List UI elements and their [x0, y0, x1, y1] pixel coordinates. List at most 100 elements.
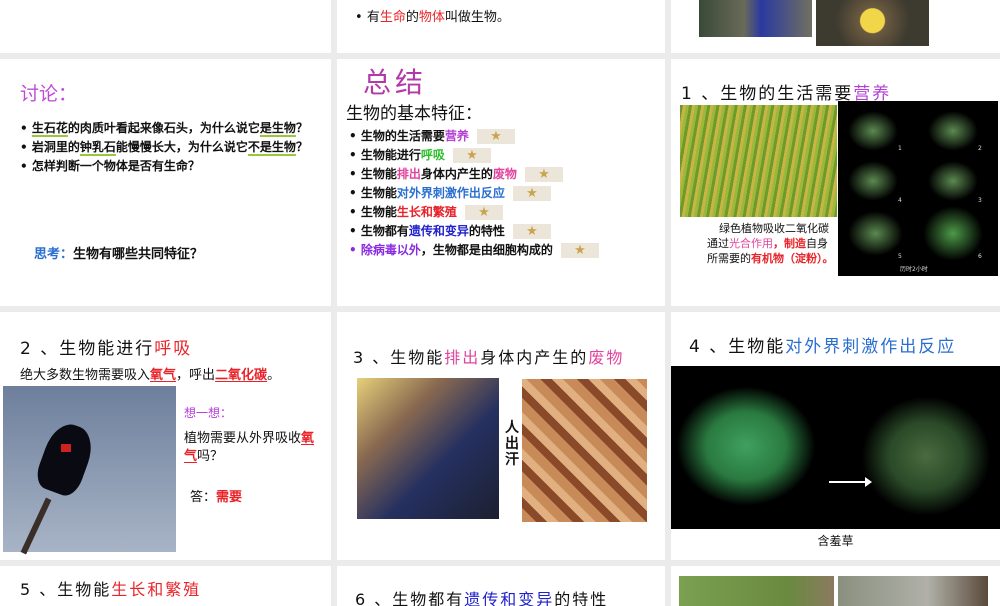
text: 叫做生物。 [444, 10, 510, 25]
photo-caption: 含羞草 [817, 534, 854, 548]
highlight: 除病毒以外 [360, 243, 421, 257]
text: 能慢慢长大，为什么说它 [115, 140, 248, 154]
slide-title: 总结 [363, 66, 428, 99]
cave-photo [699, 0, 812, 37]
text: ， [773, 237, 784, 250]
question: 植物需要从外界吸收氧气吗？ [184, 430, 324, 466]
feature-item: • 生物都有遗传和变异的特性 ★ [349, 222, 599, 241]
text: 生物有哪些共同特征？ [73, 247, 204, 262]
slide-thumbnail-3[interactable] [671, 0, 1000, 53]
slide-thumbnail-growth[interactable]: 5 、生物能生长和繁殖 [0, 566, 331, 606]
slide-thumbnail-nutrition[interactable]: 1 、生物的生活需要营养 1 2 4 3 5 6 历时2小时 绿色植物吸收二氧化… [671, 59, 1000, 306]
feature-list: • 生物的生活需要营养 ★ • 生物能进行呼吸 ★ • 生物能排出身体内产生的废物 ★… [349, 127, 599, 260]
sweating-people-photo [357, 378, 499, 519]
photo-label: 2 [978, 145, 982, 152]
star-icon: ★ [524, 167, 563, 182]
text: 生物能 [360, 167, 397, 181]
text: 。 [267, 368, 281, 383]
highlight: 遗传和变异 [408, 224, 469, 238]
text: 生物都有 [360, 224, 409, 238]
highlight: 呼吸 [420, 148, 445, 162]
text: 是生物 [259, 121, 296, 135]
text: ，生物都是由细胞构成的 [420, 243, 553, 257]
plant-sequence-photo: 1 2 4 3 5 6 历时2小时 [838, 101, 998, 276]
text: ，呼出 [176, 368, 216, 383]
slide-thumbnail-stimulus[interactable]: 4 、生物能对外界刺激作出反应 含羞草 [671, 312, 1000, 560]
highlight: 排出 [396, 167, 421, 181]
text: 2 、生物能进行 [20, 339, 155, 359]
highlight: 生命 [379, 10, 406, 25]
text: 5 、生物能 [20, 580, 112, 599]
photo-label: 5 [898, 253, 902, 260]
highlight: 废物 [588, 348, 625, 367]
text: 生物能 [360, 205, 397, 219]
text: 身体内产生的 [420, 167, 493, 181]
star-icon: ★ [512, 224, 551, 239]
highlight: 对外界刺激作出反应 [396, 186, 505, 200]
text: 生物的生活需要 [360, 129, 445, 143]
animal-photo [838, 576, 988, 606]
text: 绝大多数生物需要吸入 [20, 368, 151, 383]
photo-caption: 历时2小时 [900, 266, 928, 273]
rice-field-photo [680, 105, 837, 217]
slide-thumbnail-2[interactable]: • 有生命的物体叫做生物。 [337, 0, 665, 53]
feature-item: • 除病毒以外，生物都是由细胞构成的 ★ [349, 241, 599, 260]
text: 4 、生物能 [689, 337, 786, 357]
slide-thumbnail-summary[interactable]: 总结 生物的基本特征： • 生物的生活需要营养 ★ • 生物能进行呼吸 ★ • 生物… [337, 59, 665, 306]
slide-thumbnail-respiration[interactable]: 2 、生物能进行呼吸 绝大多数生物需要吸入氧气，呼出二氧化碳。 想一想： 植物需… [0, 312, 331, 560]
star-icon: ★ [464, 205, 503, 220]
text: ？ [295, 121, 308, 135]
question-2: • 岩洞里的钟乳石能慢慢长大，为什么说它不是生物？ [20, 140, 308, 154]
highlight: 二氧化碳 [215, 368, 268, 383]
slide-title: 5 、生物能生长和繁殖 [20, 576, 201, 600]
text: 钟乳石 [79, 140, 116, 154]
highlight: 对外界刺激作出反应 [785, 337, 957, 357]
feature-item: • 生物能生长和繁殖 ★ [349, 203, 599, 222]
text: 的 [405, 10, 419, 25]
flower-photo [816, 0, 929, 46]
think-label: 想一想： [184, 406, 233, 420]
respiration-line: 绝大多数生物需要吸入氧气，呼出二氧化碳。 [20, 364, 280, 383]
highlight: 光合作用 [729, 237, 773, 250]
highlight: 制造 [784, 237, 806, 250]
fallen-leaves-photo [522, 379, 647, 522]
answer: 答：需要 [190, 486, 242, 505]
slide-subtitle: 生物的基本特征： [346, 104, 482, 124]
slide-title: 讨论： [20, 83, 78, 105]
slide-thumbnail-heredity[interactable]: 6 、生物都有遗传和变异的特性 [337, 566, 665, 606]
label: 答： [190, 490, 217, 505]
slide-title: 3 、生物能排出身体内产生的废物 [353, 344, 624, 368]
star-icon: ★ [512, 186, 551, 201]
think-prompt: 思考：生物有哪些共同特征？ [34, 243, 203, 262]
feature-item: • 生物能排出身体内产生的废物 ★ [349, 165, 599, 184]
text: 身体内产生的 [480, 348, 589, 367]
photosynthesis-caption: 绿色植物吸收二氧化碳通过光合作用，制造自身所需要的有机物（淀粉）。 [707, 221, 835, 266]
text: 的特性 [468, 224, 505, 238]
text: 3 、生物能 [353, 348, 445, 367]
slide-thumbnail-excretion[interactable]: 3 、生物能排出身体内产生的废物 人出汗 [337, 312, 665, 560]
question-list: • 生石花的肉质叶看起来像石头，为什么说它是生物？ • 岩洞里的钟乳石能慢慢长大… [20, 119, 310, 176]
photo-label: 4 [898, 197, 902, 204]
question-3: • 怎样判断一个物体是否有生命？ [20, 159, 200, 173]
slide-thumbnail-photos[interactable] [671, 566, 1000, 606]
star-icon: ★ [452, 148, 491, 163]
question-1: • 生石花的肉质叶看起来像石头，为什么说它是生物？ [20, 121, 308, 135]
highlight: 需要 [216, 490, 243, 505]
star-icon: ★ [476, 129, 515, 144]
text: 的肉质叶看起来像石头，为什么说它 [67, 121, 260, 135]
text: 生物能进行 [360, 148, 421, 162]
text: 怎样判断一个物体是否有生命？ [31, 159, 200, 173]
slide-thumbnail-discussion[interactable]: 讨论： • 生石花的肉质叶看起来像石头，为什么说它是生物？ • 岩洞里的钟乳石能… [0, 59, 331, 306]
text: 岩洞里的 [31, 140, 80, 154]
slide-thumbnail-1[interactable] [0, 0, 331, 53]
text: 有 [366, 10, 380, 25]
highlight: 遗传和变异 [464, 590, 555, 606]
highlight: 物体 [418, 10, 445, 25]
slide-title: 2 、生物能进行呼吸 [20, 334, 192, 359]
photo-label: 1 [898, 145, 902, 152]
text: 吗？ [197, 449, 224, 464]
text: 6 、生物都有 [355, 590, 465, 606]
highlight: 氧气 [150, 368, 177, 383]
insect-photo [679, 576, 834, 606]
highlight: 生长和繁殖 [396, 205, 457, 219]
